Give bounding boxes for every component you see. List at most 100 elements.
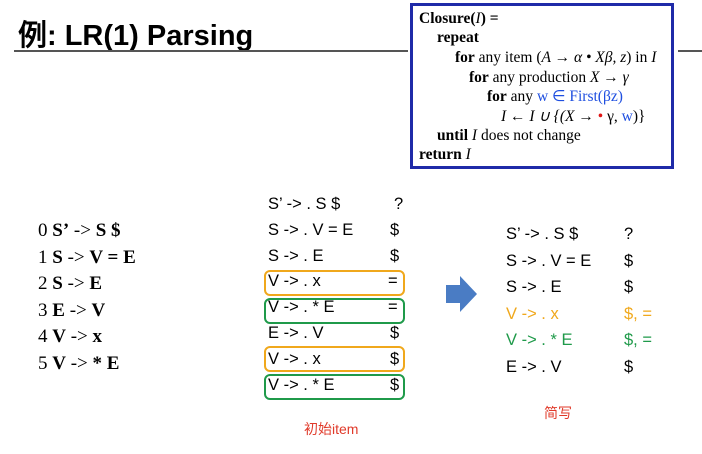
rule-lhs: V [52, 352, 66, 374]
text: any production [488, 69, 590, 86]
lr-item: E -> . V $ [268, 321, 430, 345]
lr-item: S -> . V = E $ [506, 249, 664, 273]
closure-line-6: I ← I ∪ {(X → • γ, w)} [501, 107, 645, 127]
rule-lhs: S [52, 246, 63, 268]
initial-items-label: 初始item [304, 421, 359, 437]
item-production: V -> . * E [506, 331, 573, 349]
until-keyword: until [437, 127, 469, 144]
production-expr: X → γ [589, 69, 629, 86]
rule-arrow: -> [70, 326, 88, 347]
item-box-orange [264, 270, 405, 296]
item-production: S -> . E [506, 278, 562, 296]
closure-line-3: for any item (A → α • Xβ, z) in I [455, 48, 656, 68]
slide-title: 例: LR(1) Parsing [18, 20, 254, 52]
item-production: S -> . E [268, 246, 324, 265]
lr-item: S -> . V = E $ [268, 218, 430, 242]
title-divider [14, 50, 408, 52]
closure-line-1: Closure(I) = [419, 9, 499, 29]
lr-item: V -> . x $, = [506, 302, 664, 326]
closure-heading-end: ) = [480, 10, 499, 27]
lr-item: V -> . * E $, = [506, 328, 664, 352]
rule-arrow: -> [70, 352, 88, 374]
update-expr: I ← I ∪ {(X → [501, 108, 598, 125]
closure-line-2: repeat [437, 28, 479, 48]
rule-rhs: E [89, 273, 103, 294]
closure-var: I [465, 146, 471, 163]
grammar-rule: 4 V -> x [38, 324, 136, 351]
rule-lhs: S’ [52, 220, 70, 241]
item-lookahead: $ [624, 357, 634, 376]
closure-line-5: for any w ∈ First(βz) [487, 87, 623, 107]
item-production: E -> . V [506, 357, 562, 376]
rule-lhs: E [52, 299, 65, 321]
closure-algorithm-box: Closure(I) = repeat for any item (A → α … [410, 3, 674, 169]
for-keyword: for [469, 69, 489, 86]
grammar-rule: 5 V -> * E [38, 351, 136, 378]
lookahead-var: w [621, 108, 633, 125]
item-lookahead: $ [390, 220, 400, 239]
item-lookahead: $, = [624, 331, 652, 349]
grammar-rule: 2 S -> E [38, 271, 136, 298]
grammar-list: 0 S’ -> S $1 S -> V = E2 S -> E3 E -> V4… [38, 218, 136, 377]
title-divider-right [678, 50, 702, 52]
rule-rhs: x [92, 326, 103, 347]
rule-number: 1 [38, 246, 48, 268]
item-lookahead: $ [390, 324, 400, 342]
rule-arrow: -> [73, 220, 91, 241]
repeat-keyword: repeat [437, 29, 479, 46]
rule-rhs: S $ [95, 220, 121, 241]
item-production: S’ -> . S $ [268, 195, 341, 213]
item-expr: A → α • Xβ, z [541, 49, 627, 66]
rule-rhs: V = E [89, 246, 136, 268]
item-lookahead: ? [624, 225, 634, 243]
rule-number: 5 [38, 352, 48, 374]
rule-number: 4 [38, 326, 48, 347]
grammar-rule: 3 E -> V [38, 298, 136, 325]
rule-number: 0 [38, 220, 48, 241]
return-keyword: return [419, 146, 462, 163]
rule-number: 2 [38, 273, 48, 294]
lr-item: S’ -> . S $? [268, 192, 430, 216]
item-box-green [264, 374, 405, 400]
closure-line-7: until I does not change [437, 126, 581, 146]
simplified-items-label: 简写 [544, 405, 572, 421]
text: does not change [477, 127, 581, 144]
closure-line-8: return I [419, 145, 471, 165]
item-box-orange [264, 346, 405, 372]
closure-line-4: for any production X → γ [469, 68, 629, 88]
text: ) in [626, 49, 652, 66]
for-keyword: for [487, 88, 507, 105]
right-arrow-icon [446, 276, 477, 312]
rule-number: 3 [38, 299, 48, 321]
rule-arrow: -> [67, 273, 85, 294]
item-production: S -> . V = E [268, 220, 354, 239]
text: γ, [603, 108, 622, 125]
item-box-green [264, 298, 405, 324]
item-lookahead: $ [390, 246, 400, 265]
item-production: S’ -> . S $ [506, 225, 579, 243]
item-production: S -> . V = E [506, 251, 592, 270]
lr-item: S’ -> . S $? [506, 222, 664, 246]
item-lookahead: $ [624, 251, 634, 270]
text: any [506, 88, 537, 105]
text: any item ( [474, 49, 542, 66]
grammar-rule: 1 S -> V = E [38, 245, 136, 272]
item-lookahead: $, = [624, 304, 652, 323]
lr-item: E -> . V $ [506, 355, 664, 379]
item-lookahead: $ [624, 278, 634, 296]
item-lookahead: ? [394, 195, 404, 213]
closure-var: I [651, 49, 657, 66]
text: )} [632, 108, 646, 125]
rule-lhs: S [52, 273, 63, 294]
grammar-rule: 0 S’ -> S $ [38, 218, 136, 245]
rule-arrow: -> [69, 299, 87, 321]
closure-heading: Closure( [419, 10, 476, 27]
lr-item: S -> . E $ [268, 244, 430, 268]
rule-rhs: * E [92, 352, 120, 374]
item-production: V -> . x [506, 304, 559, 323]
item-production: E -> . V [268, 324, 324, 342]
first-set-expr: w ∈ First(βz) [536, 88, 623, 105]
lr-item: S -> . E $ [506, 275, 664, 299]
rule-rhs: V [91, 299, 106, 321]
rule-arrow: -> [67, 246, 85, 268]
